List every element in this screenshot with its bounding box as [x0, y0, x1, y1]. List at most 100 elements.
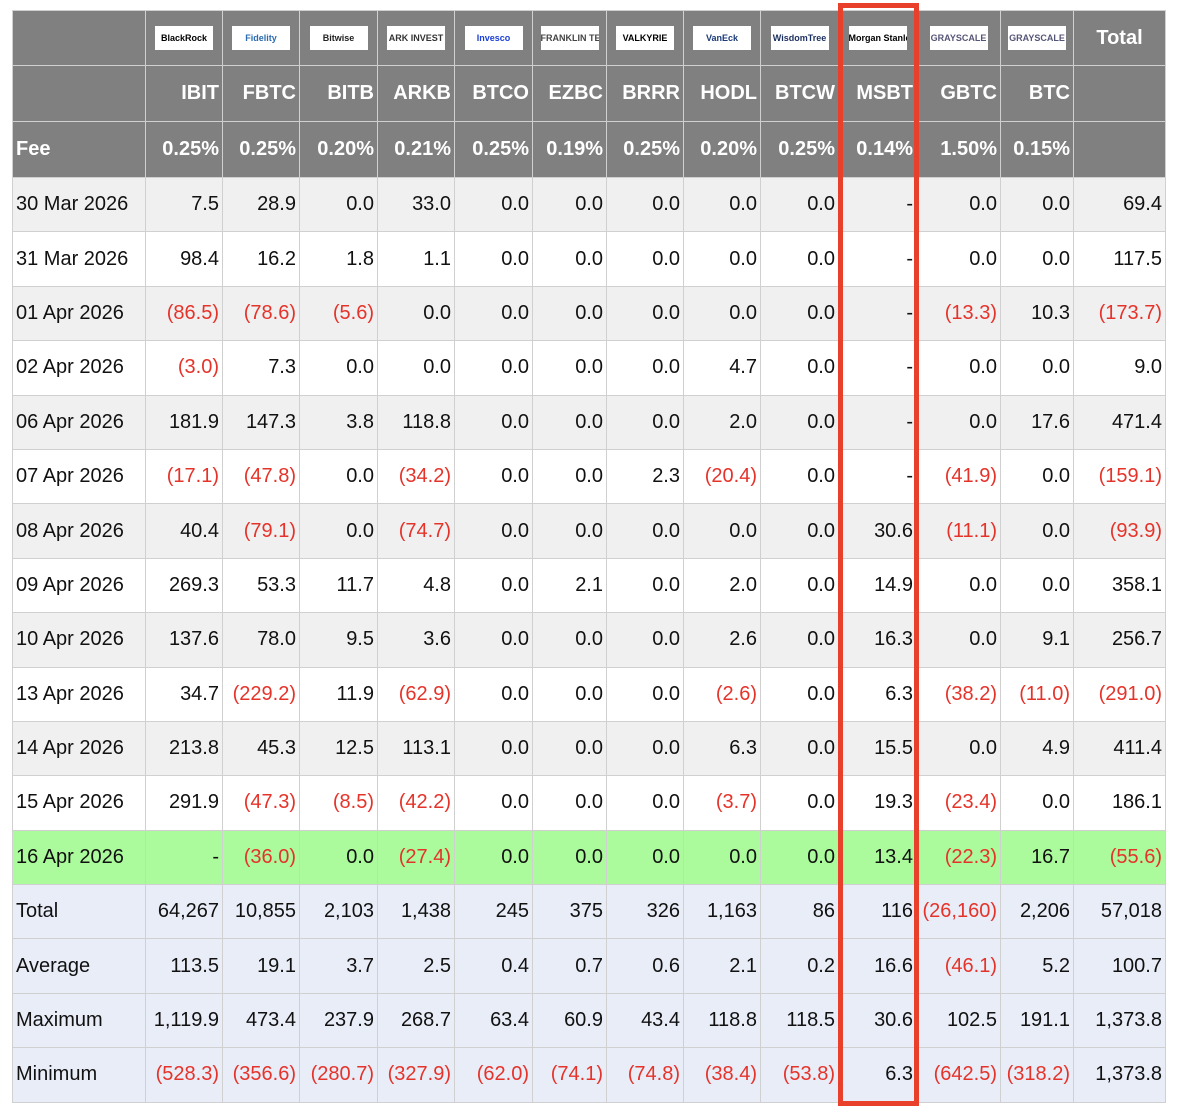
- flow-cell: 113.1: [377, 720, 455, 777]
- flow-cell: 0.0: [532, 394, 607, 450]
- corner-cell: [12, 10, 146, 66]
- ticker-header: MSBT: [838, 65, 917, 122]
- flow-cell: (34.2): [377, 448, 455, 505]
- summary-cell: 473.4: [222, 992, 300, 1049]
- flow-cell: 0.0: [606, 557, 684, 614]
- flow-cell: 0.0: [916, 394, 1001, 450]
- row-total-cell: 256.7: [1073, 612, 1166, 668]
- flow-cell: 19.3: [838, 775, 917, 831]
- summary-cell: 1,438: [377, 884, 455, 940]
- summary-cell: 1,119.9: [145, 992, 223, 1049]
- flow-cell: -: [838, 176, 917, 233]
- flow-cell: (62.9): [377, 666, 455, 722]
- flow-cell: (8.5): [299, 775, 378, 831]
- issuer-logo-cell: FRANKLIN TEMPLETON: [532, 10, 607, 66]
- summary-cell: 102.5: [916, 992, 1001, 1049]
- fee-value: 0.14%: [838, 121, 917, 178]
- fee-value: 0.25%: [222, 121, 300, 178]
- flow-cell: 17.6: [1000, 394, 1074, 450]
- flow-cell: (5.6): [299, 285, 378, 342]
- flow-cell: -: [838, 448, 917, 505]
- flow-cell: 0.0: [683, 285, 761, 342]
- flow-cell: 2.6: [683, 612, 761, 668]
- fee-value: 1.50%: [916, 121, 1001, 178]
- flow-cell: 0.0: [454, 666, 533, 722]
- issuer-logo: Bitwise: [309, 26, 368, 50]
- fee-value: 0.20%: [683, 121, 761, 178]
- summary-cell: 57,018: [1073, 884, 1166, 940]
- table-row: 14 Apr 2026 213.8 45.3 12.5 113.1 0.0 0.0 0.0 6.…: [12, 720, 1166, 777]
- flow-cell: 0.0: [532, 176, 607, 233]
- summary-cell: 64,267: [145, 884, 223, 940]
- flow-cell: 0.0: [606, 176, 684, 233]
- row-total-cell: 69.4: [1073, 176, 1166, 233]
- summary-cell: 2.1: [683, 938, 761, 994]
- summary-cell: 100.7: [1073, 938, 1166, 994]
- flow-cell: 0.0: [532, 448, 607, 505]
- row-total-cell: 186.1: [1073, 775, 1166, 831]
- date-cell: 30 Mar 2026: [12, 176, 146, 233]
- flow-cell: -: [838, 394, 917, 450]
- summary-cell: (53.8): [760, 1047, 839, 1103]
- summary-cell: 118.5: [760, 992, 839, 1049]
- issuer-logo-cell: BlackRock: [145, 10, 223, 66]
- total-ticker-cell: [1073, 65, 1166, 122]
- flow-cell: 0.0: [916, 176, 1001, 233]
- flow-cell: 0.0: [760, 448, 839, 505]
- summary-cell: (318.2): [1000, 1047, 1074, 1103]
- flow-cell: 181.9: [145, 394, 223, 450]
- total-header: Total: [1073, 10, 1166, 66]
- flow-cell: 0.0: [760, 231, 839, 287]
- flow-cell: 7.5: [145, 176, 223, 233]
- summary-cell: 191.1: [1000, 992, 1074, 1049]
- flow-cell: 0.0: [760, 612, 839, 668]
- summary-cell: 1,373.8: [1073, 1047, 1166, 1103]
- summary-cell: 1,163: [683, 884, 761, 940]
- flow-cell: (78.6): [222, 285, 300, 342]
- flow-cell: (3.7): [683, 775, 761, 831]
- table-row: 02 Apr 2026 (3.0) 7.3 0.0 0.0 0.0 0.0 0.0 4.7 0.0…: [12, 340, 1166, 396]
- flow-cell: 0.0: [683, 176, 761, 233]
- flow-cell: 30.6: [838, 503, 917, 559]
- summary-label: Minimum: [12, 1047, 146, 1103]
- table-row: 06 Apr 2026 181.9 147.3 3.8 118.8 0.0 0.0 0.0 2.…: [12, 394, 1166, 450]
- flow-cell: 0.0: [299, 340, 378, 396]
- flow-cell: 0.0: [454, 340, 533, 396]
- date-cell: 02 Apr 2026: [12, 340, 146, 396]
- flow-cell: 0.0: [454, 829, 533, 886]
- summary-label: Maximum: [12, 992, 146, 1049]
- issuer-logo: VALKYRIE: [616, 26, 674, 50]
- table-row: 10 Apr 2026 137.6 78.0 9.5 3.6 0.0 0.0 0.0 2.6 0.…: [12, 612, 1166, 668]
- flow-cell: 4.9: [1000, 720, 1074, 777]
- issuer-logo: Invesco: [464, 26, 523, 50]
- fee-value: 0.25%: [454, 121, 533, 178]
- summary-cell: 6.3: [838, 1047, 917, 1103]
- summary-cell: 5.2: [1000, 938, 1074, 994]
- flow-cell: 14.9: [838, 557, 917, 614]
- flow-cell: 0.0: [454, 448, 533, 505]
- flow-cell: 0.0: [760, 176, 839, 233]
- flow-cell: 0.0: [1000, 231, 1074, 287]
- flow-cell: 0.0: [683, 503, 761, 559]
- flow-cell: 118.8: [377, 394, 455, 450]
- flow-cell: 78.0: [222, 612, 300, 668]
- issuer-logo-cell: ARK INVEST: [377, 10, 455, 66]
- flow-cell: 0.0: [683, 829, 761, 886]
- flow-cell: 6.3: [683, 720, 761, 777]
- flow-cell: -: [838, 231, 917, 287]
- flow-cell: 0.0: [606, 775, 684, 831]
- issuer-logo-row: BlackRock Fidelity Bitwise ARK INVEST Invesc…: [12, 10, 1166, 66]
- flow-cell: 0.0: [454, 720, 533, 777]
- flow-cell: 137.6: [145, 612, 223, 668]
- issuer-logo: Morgan Stanley: [848, 26, 907, 50]
- issuer-logo-cell: Bitwise: [299, 10, 378, 66]
- summary-cell: 10,855: [222, 884, 300, 940]
- flow-cell: 0.0: [377, 340, 455, 396]
- flow-cell: 0.0: [760, 666, 839, 722]
- flow-cell: (3.0): [145, 340, 223, 396]
- flow-cell: 34.7: [145, 666, 223, 722]
- flow-cell: 0.0: [454, 503, 533, 559]
- flow-cell: 0.0: [916, 557, 1001, 614]
- issuer-logo: GRAYSCALE: [929, 26, 988, 50]
- date-cell: 08 Apr 2026: [12, 503, 146, 559]
